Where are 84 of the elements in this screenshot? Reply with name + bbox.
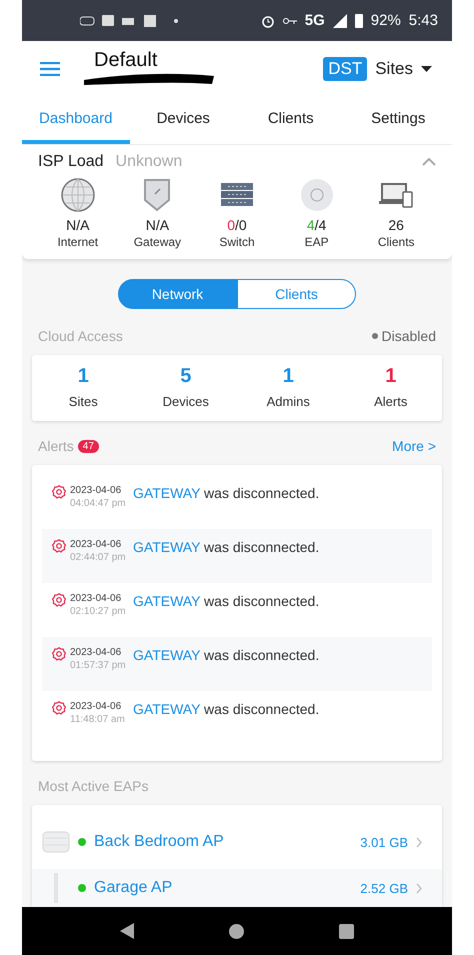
- alert-count-badge: 47: [78, 440, 99, 452]
- laptop-phone-icon: [379, 181, 414, 209]
- dst-badge: DST: [323, 57, 368, 81]
- alert-message: GATEWAY was disconnected.: [133, 647, 320, 663]
- chevron-right-icon: [416, 882, 422, 894]
- eap-row[interactable]: Garage AP 2.52 GB: [32, 869, 442, 907]
- stat-label: Devices: [162, 394, 210, 409]
- menu-icon[interactable]: [40, 62, 60, 76]
- nav-tab[interactable]: Devices: [130, 97, 237, 144]
- globe-icon: [60, 178, 95, 212]
- alert-message: GATEWAY was disconnected.: [133, 539, 320, 555]
- stat-value: 1: [282, 365, 295, 388]
- alert-date: 2023-04-06: [70, 701, 122, 712]
- site-title: Default: [94, 48, 158, 72]
- stat-label: Alerts: [373, 394, 408, 409]
- device-type-label: Switch: [219, 235, 255, 249]
- eap-usage: 3.01 GB: [360, 834, 408, 850]
- alert-date: 2023-04-06: [70, 593, 122, 604]
- isp-load-label: ISP Load: [38, 153, 104, 171]
- cloud-access-status: Disabled: [382, 328, 436, 344]
- alert-date: 2023-04-06: [70, 485, 122, 496]
- cloud-access-label: Cloud Access: [38, 328, 123, 344]
- alert-time: 02:10:27 pm: [70, 606, 127, 617]
- eap-name[interactable]: Back Bedroom AP: [94, 833, 224, 851]
- back-icon[interactable]: [120, 923, 134, 939]
- device-link[interactable]: GATEWAY: [133, 593, 200, 609]
- battery-percent: 92%: [370, 12, 401, 29]
- device-type-label: Clients: [378, 235, 415, 249]
- shield-icon: [143, 178, 172, 212]
- alert-time: 11:48:07 am: [70, 714, 126, 725]
- alert-time: 04:04:47 pm: [70, 498, 127, 509]
- alert-gear-icon: [52, 593, 66, 607]
- device-link[interactable]: GATEWAY: [133, 701, 200, 717]
- stat-value: 1: [384, 365, 398, 388]
- most-active-eaps-label: Most Active EAPs: [38, 778, 148, 794]
- stat-value: 5: [179, 365, 192, 388]
- alert-message: GATEWAY was disconnected.: [133, 593, 320, 609]
- network-type: 5G: [304, 12, 325, 29]
- home-icon[interactable]: [228, 924, 244, 938]
- clock: 5:43: [408, 12, 438, 29]
- alert-date: 2023-04-06: [70, 647, 122, 658]
- eap-row[interactable]: Back Bedroom AP 3.01 GB: [32, 815, 442, 869]
- eap-name[interactable]: Garage AP: [94, 879, 172, 897]
- device-count: N/A: [146, 217, 170, 233]
- stat-label: Sites: [68, 394, 99, 409]
- alert-message: GATEWAY was disconnected.: [133, 701, 320, 717]
- signal-icon: [332, 14, 347, 28]
- nav-tab[interactable]: Settings: [344, 97, 452, 144]
- device-link[interactable]: GATEWAY: [133, 485, 200, 501]
- key-icon: [282, 16, 297, 24]
- alert-time: 02:44:07 pm: [70, 552, 127, 563]
- device-count: 26: [388, 217, 404, 233]
- device-link[interactable]: GATEWAY: [133, 647, 200, 663]
- device-count: N/A: [66, 217, 90, 233]
- stat-label: Admins: [266, 394, 311, 409]
- alert-gear-icon: [52, 647, 66, 661]
- switch-icon: [220, 181, 254, 209]
- recents-icon[interactable]: [339, 924, 354, 938]
- device-count: 4/4: [306, 217, 326, 233]
- device-link[interactable]: GATEWAY: [133, 539, 200, 555]
- device-count: 0/0: [227, 217, 247, 233]
- battery-icon: [354, 13, 363, 28]
- alert-time: 01:57:37 pm: [70, 660, 127, 671]
- alerts-label: Alerts: [38, 438, 74, 454]
- device-type-label: EAP: [304, 235, 329, 249]
- isp-load-value: Unknown: [116, 153, 182, 171]
- alert-date: 2023-04-06: [70, 539, 122, 550]
- segment-button[interactable]: Clients: [237, 279, 356, 309]
- eap-usage: 2.52 GB: [360, 880, 408, 896]
- alarm-icon: [260, 14, 275, 28]
- alert-gear-icon: [52, 539, 66, 553]
- caret-icon: [421, 66, 432, 72]
- stat-value: 1: [76, 365, 90, 388]
- alert-message: GATEWAY was disconnected.: [133, 485, 320, 501]
- chevron-right-icon: [416, 836, 422, 848]
- device-type-label: Internet: [57, 235, 98, 249]
- nav-tab[interactable]: Clients: [237, 97, 344, 144]
- sites-dropdown[interactable]: Sites: [375, 59, 432, 79]
- status-dot: [372, 333, 378, 339]
- alert-gear-icon: [52, 485, 66, 499]
- device-type-label: Gateway: [134, 235, 182, 249]
- alert-gear-icon: [52, 701, 66, 715]
- segment-button[interactable]: Network: [118, 279, 237, 309]
- more-link[interactable]: More >: [392, 438, 436, 454]
